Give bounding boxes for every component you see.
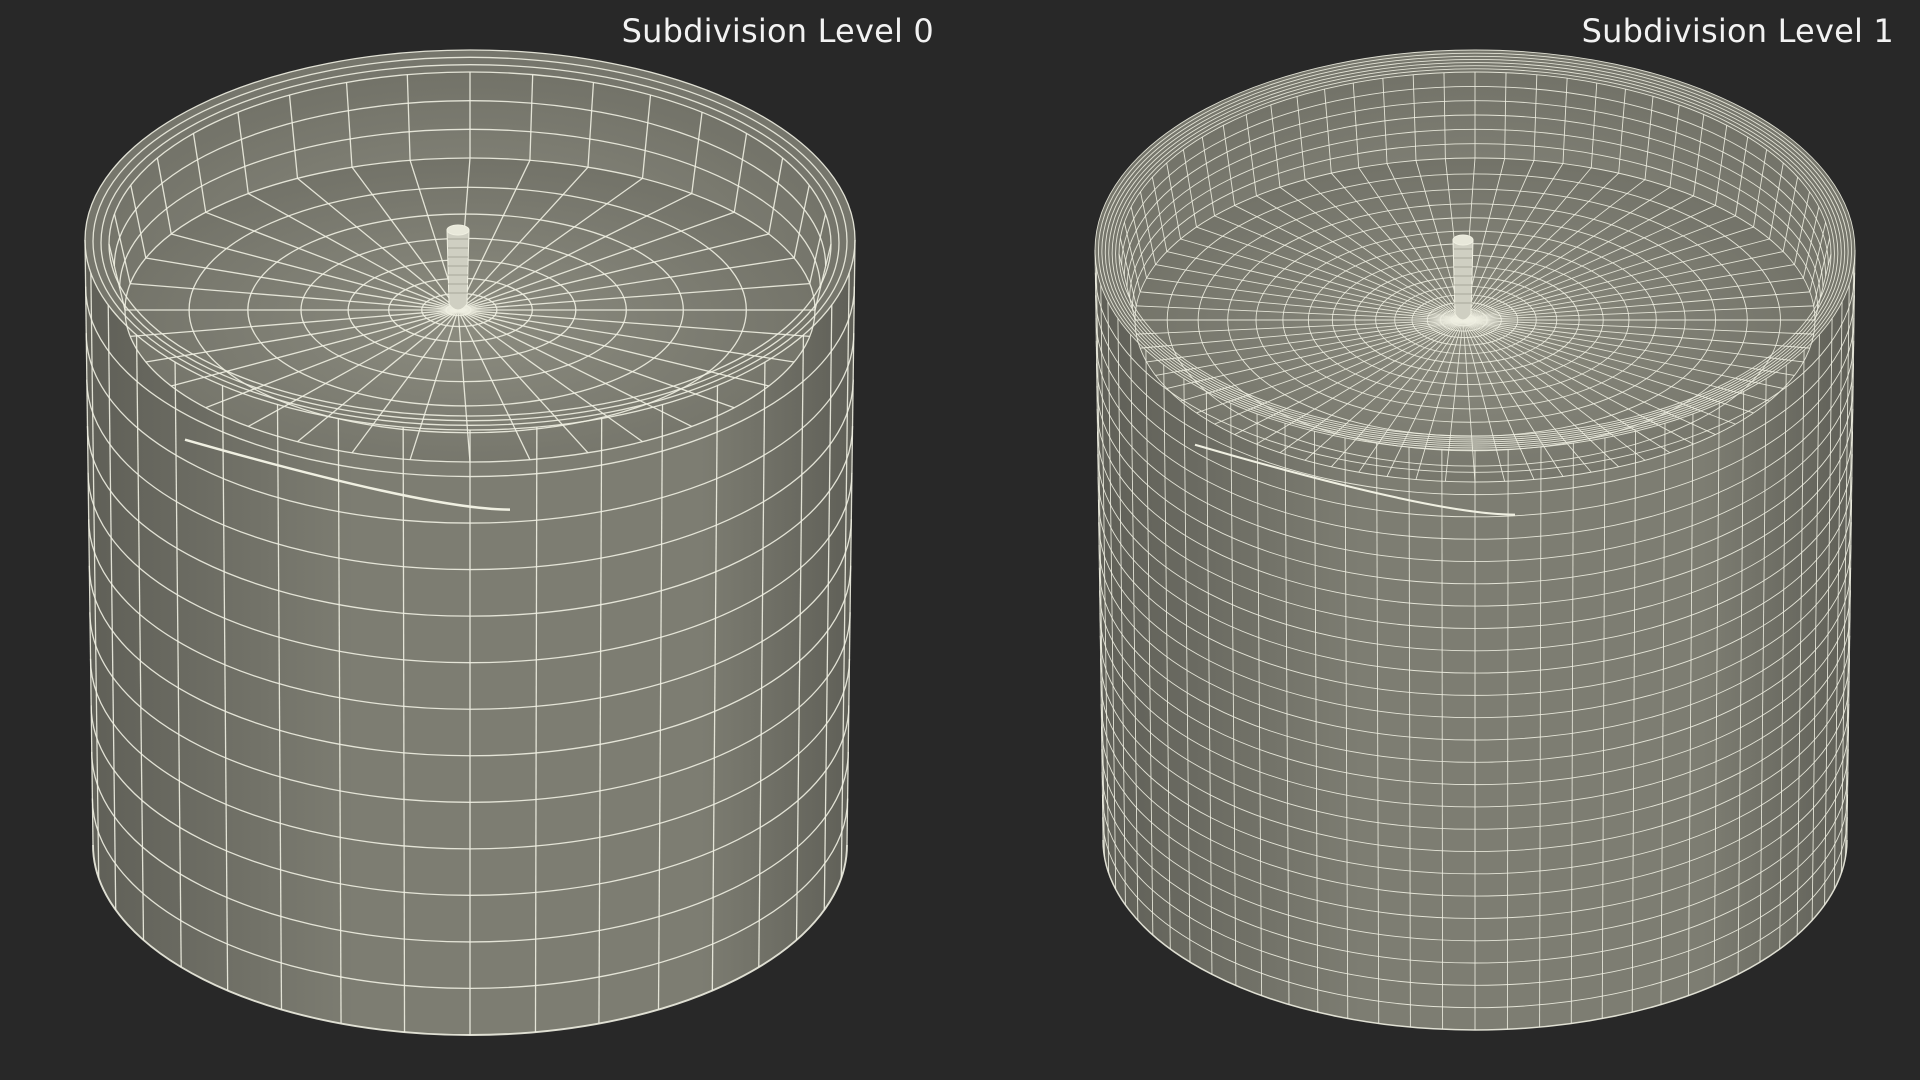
subdivision-level-1-caption: Subdivision Level 1 — [1581, 12, 1894, 50]
center-pin — [1452, 234, 1474, 321]
cylinder-model — [1094, 49, 1856, 1031]
pin-cap — [446, 224, 470, 236]
cylinder-model — [84, 49, 856, 1036]
subdivision-level-0-caption: Subdivision Level 0 — [621, 12, 934, 50]
pin-shaft — [446, 229, 470, 311]
cylinder-wireframe-level-0 — [0, 0, 960, 1080]
render-viewport: Subdivision Level 0 Subdivision Level 1 — [0, 0, 1920, 1080]
cylinder-wireframe-level-1 — [960, 0, 1920, 1080]
center-pin — [446, 224, 470, 311]
wireframe-render-level-0 — [84, 49, 856, 1036]
wireframe-render-level-1 — [1094, 49, 1856, 1031]
pin-shaft — [1452, 239, 1474, 321]
pin-cap — [1452, 234, 1474, 246]
